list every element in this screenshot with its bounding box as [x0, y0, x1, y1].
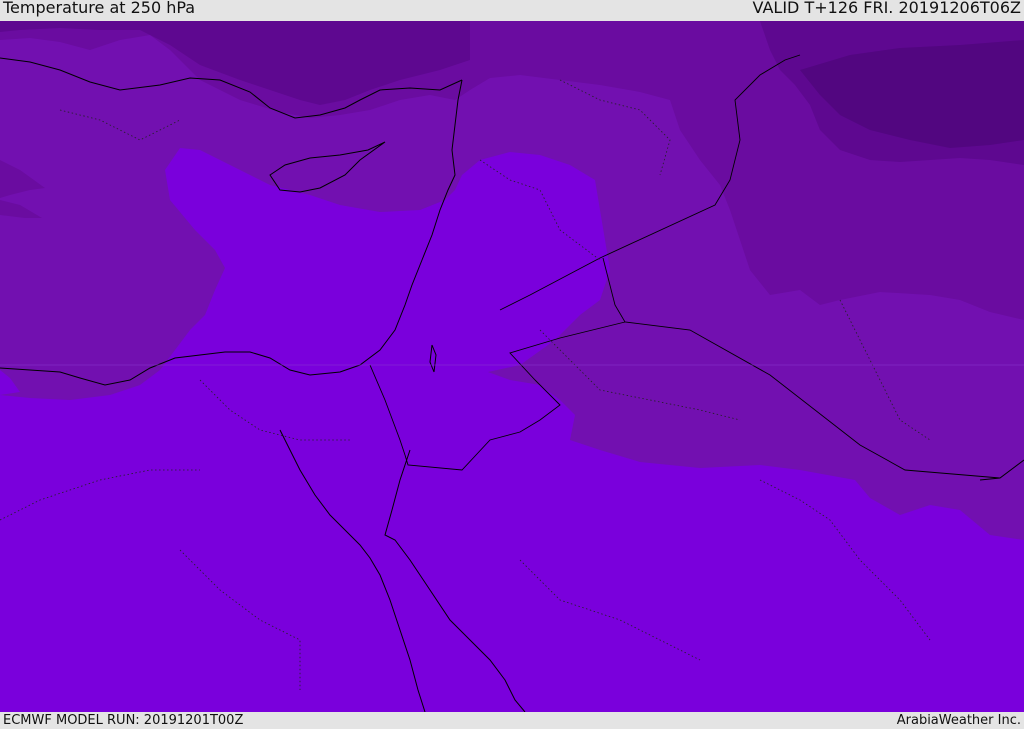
- map-title: Temperature at 250 hPa: [3, 0, 196, 17]
- header-bar: Temperature at 250 hPa VALID T+126 FRI. …: [0, 0, 1024, 21]
- credit-label: ArabiaWeather Inc.: [896, 713, 1021, 728]
- temperature-map: [0, 21, 1024, 712]
- model-run-label: ECMWF MODEL RUN: 20191201T00Z: [3, 713, 244, 728]
- footer-bar: ECMWF MODEL RUN: 20191201T00Z ArabiaWeat…: [0, 712, 1024, 729]
- valid-time: VALID T+126 FRI. 20191206T06Z: [752, 0, 1021, 17]
